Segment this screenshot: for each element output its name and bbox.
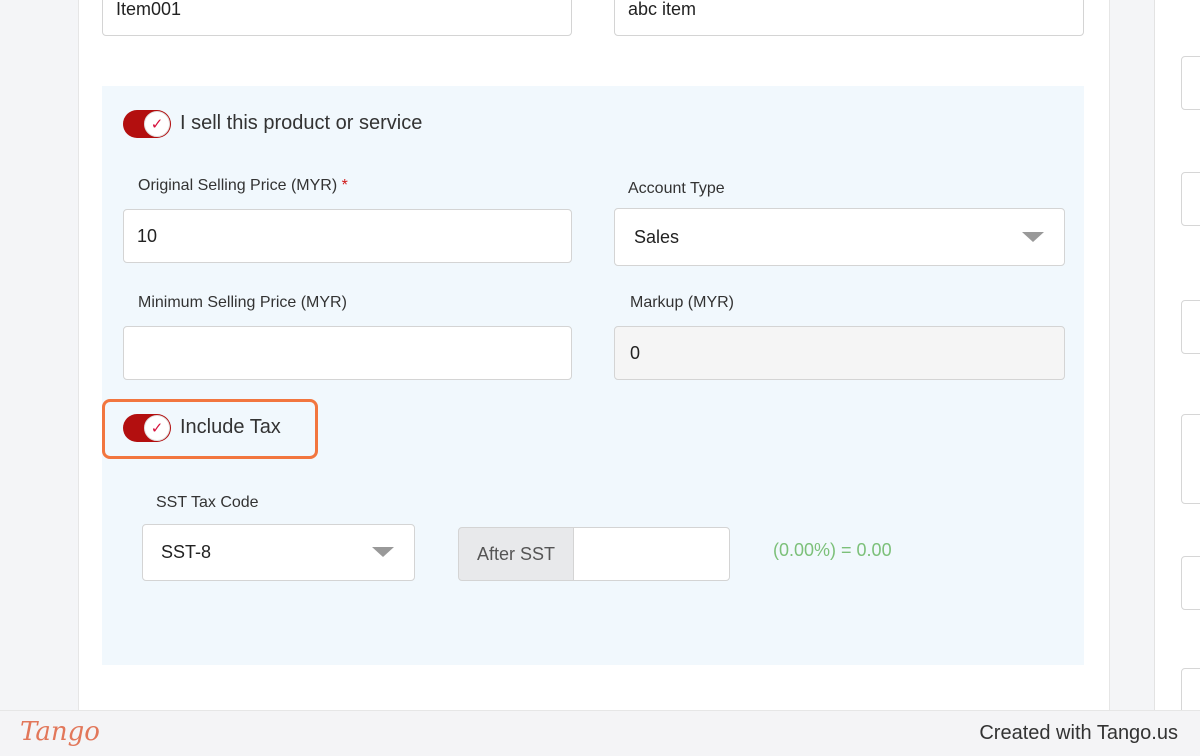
chevron-down-icon xyxy=(372,547,394,557)
side-field[interactable] xyxy=(1181,668,1200,710)
tax-result: (0.00%) = 0.00 xyxy=(773,540,892,560)
min-price-label: Minimum Selling Price (MYR) xyxy=(138,294,347,311)
account-type-value: Sales xyxy=(634,226,680,247)
original-price-value: 10 xyxy=(137,225,158,246)
tango-footer: Tango Created with Tango.us xyxy=(0,710,1200,756)
sst-tax-code-value: SST-8 xyxy=(161,542,212,562)
original-price-label-text: Original Selling Price (MYR) xyxy=(138,177,338,194)
item-name-value: abc item xyxy=(628,0,697,19)
markup-label: Markup (MYR) xyxy=(630,294,735,311)
right-gutter xyxy=(1110,0,1154,710)
original-price-input[interactable]: 10 xyxy=(123,209,572,263)
sell-toggle[interactable]: ✓ xyxy=(123,110,171,138)
side-field[interactable] xyxy=(1181,172,1200,226)
side-field[interactable] xyxy=(1181,414,1200,504)
right-side-panel xyxy=(1154,0,1200,710)
side-field[interactable] xyxy=(1181,300,1200,354)
sell-toggle-label: I sell this product or service xyxy=(180,112,423,134)
left-gutter xyxy=(0,0,78,710)
markup-input: 0 xyxy=(614,326,1065,380)
item-code-value: Item001 xyxy=(116,0,182,19)
created-with-text: Created with Tango.us xyxy=(979,722,1178,744)
account-type-label: Account Type xyxy=(628,180,725,197)
markup-value: 0 xyxy=(630,342,641,363)
check-icon: ✓ xyxy=(144,111,170,137)
side-field[interactable] xyxy=(1181,56,1200,110)
original-price-label: Original Selling Price (MYR) * xyxy=(138,177,348,195)
account-type-select[interactable]: Sales xyxy=(614,208,1065,266)
min-price-input[interactable] xyxy=(123,326,572,380)
item-code-input[interactable]: Item001 xyxy=(102,0,572,36)
side-field[interactable] xyxy=(1181,556,1200,610)
after-sst-addon: After SST xyxy=(458,527,574,581)
required-mark: * xyxy=(341,177,348,194)
sst-tax-code-label: SST Tax Code xyxy=(156,494,259,511)
item-name-input[interactable]: abc item xyxy=(614,0,1084,36)
after-sst-input[interactable] xyxy=(573,527,730,581)
tango-logo: Tango xyxy=(20,717,100,747)
chevron-down-icon xyxy=(1022,232,1044,242)
highlight-box xyxy=(102,399,318,459)
